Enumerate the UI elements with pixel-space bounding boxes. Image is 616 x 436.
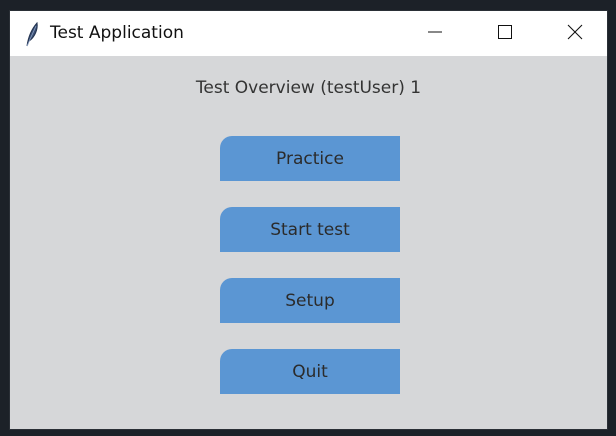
practice-button[interactable]: Practice <box>220 136 400 181</box>
setup-button[interactable]: Setup <box>220 278 400 323</box>
app-window: Test Application Test Overview (testUser… <box>9 10 608 430</box>
maximize-button[interactable] <box>482 11 528 56</box>
feather-icon <box>24 21 40 47</box>
title-bar[interactable]: Test Application <box>10 11 607 56</box>
close-button[interactable] <box>552 11 598 56</box>
page-heading: Test Overview (testUser) 1 <box>195 78 422 98</box>
maximize-icon <box>497 24 513 44</box>
window-title: Test Application <box>50 23 184 43</box>
close-icon <box>567 24 583 44</box>
minimize-button[interactable] <box>412 11 458 56</box>
start-test-button[interactable]: Start test <box>220 207 400 252</box>
main-content: Test Overview (testUser) 1 Practice Star… <box>10 56 607 431</box>
quit-button[interactable]: Quit <box>220 349 400 394</box>
minimize-icon <box>427 24 443 44</box>
